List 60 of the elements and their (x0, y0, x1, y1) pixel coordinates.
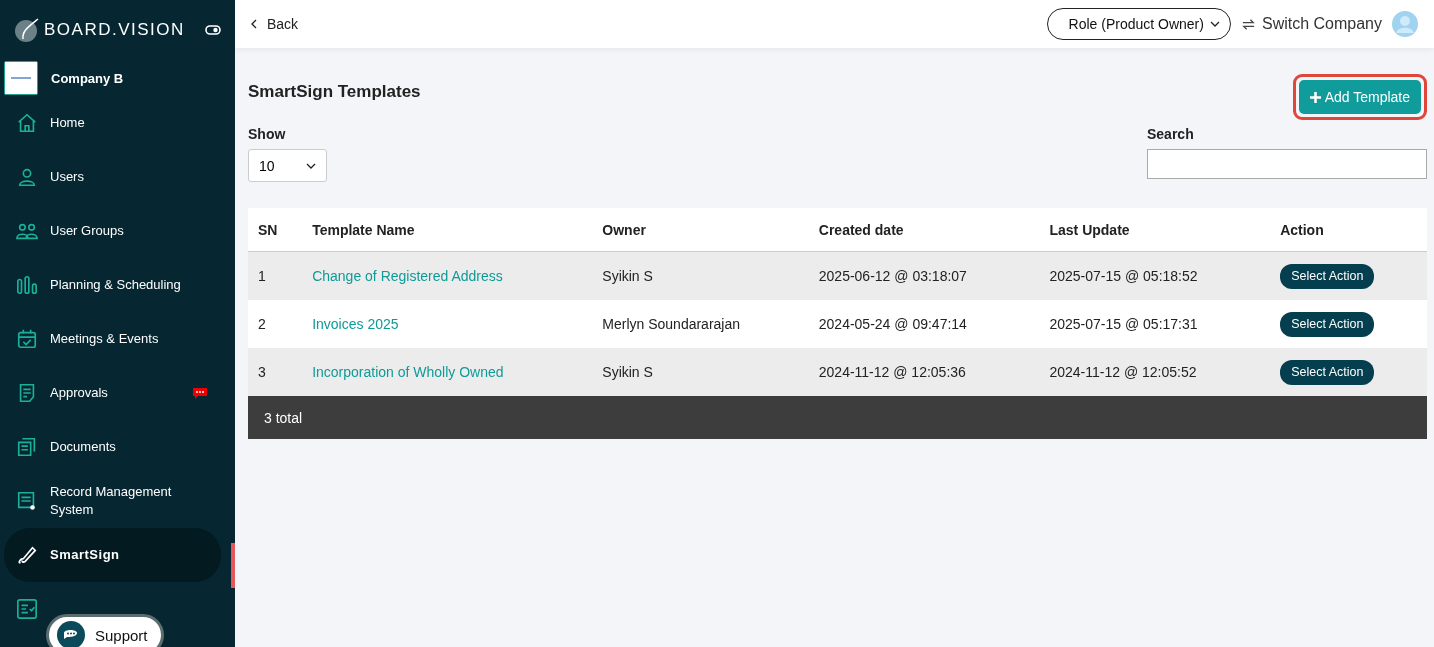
logo-icon (14, 17, 40, 43)
table-cell: 2 (248, 300, 303, 348)
page-title: SmartSign Templates (248, 82, 421, 102)
table-cell: 3 (248, 348, 303, 396)
search-label: Search (1147, 126, 1195, 142)
plus-icon (1309, 91, 1321, 103)
bars-icon (16, 274, 38, 296)
company-logo (4, 61, 38, 95)
table-cell: 2024-11-12 @ 12:05:36 (808, 348, 1040, 396)
table-cell: Syikin S (592, 251, 809, 300)
page-size-select[interactable]: 10 (248, 149, 327, 182)
active-indicator (231, 543, 235, 588)
calendar-icon (16, 328, 38, 350)
chevron-down-icon (306, 162, 316, 169)
toggle-icon[interactable] (205, 24, 221, 36)
sidebar-item[interactable]: Planning & Scheduling (4, 258, 221, 312)
support-button[interactable]: Support (46, 614, 164, 647)
user-icon (16, 166, 38, 188)
sidebar-item[interactable]: Documents (4, 420, 221, 474)
record-icon (16, 490, 38, 512)
sidebar-item[interactable]: User Groups (4, 204, 221, 258)
sidebar-item[interactable]: Home (4, 96, 221, 150)
table-cell: 1 (248, 251, 303, 300)
sidebar-item[interactable]: SmartSign (4, 528, 221, 582)
sidebar-item[interactable]: Meetings & Events (4, 312, 221, 366)
search-field[interactable] (1147, 149, 1427, 179)
company-name: Company B (51, 70, 124, 86)
table-cell: 2025-07-15 @ 05:18:52 (1039, 251, 1271, 300)
select-action-button[interactable]: Select Action (1280, 311, 1375, 337)
column-header: Action (1270, 208, 1427, 252)
home-icon (16, 112, 38, 134)
template-link[interactable]: Invoices 2025 (312, 316, 399, 332)
checklist-icon[interactable] (16, 598, 38, 620)
chat-icon (57, 621, 85, 647)
sidebar-item[interactable]: Approvals (4, 366, 221, 420)
switch-company-button[interactable]: Switch Company (1240, 15, 1382, 33)
docs-icon (16, 436, 38, 458)
back-button[interactable]: Back (251, 16, 299, 32)
sidebar-item[interactable]: Users (4, 150, 221, 204)
role-dropdown[interactable]: Role (Product Owner) (1046, 8, 1231, 40)
column-header: Owner (592, 208, 809, 252)
column-header: Template Name (302, 208, 593, 252)
table-cell: 2024-11-12 @ 12:05:52 (1039, 348, 1271, 396)
table-cell: Syikin S (592, 348, 809, 396)
pen-icon (16, 544, 38, 566)
table-cell: 2024-05-24 @ 09:47:14 (808, 300, 1040, 348)
table-cell: 2025-07-15 @ 05:17:31 (1039, 300, 1271, 348)
chevron-left-icon (251, 19, 257, 29)
brand-name: BOARD.VISION (44, 20, 186, 40)
table-footer: 3 total (248, 396, 1427, 439)
column-header: SN (248, 208, 303, 252)
table-cell: 2025-06-12 @ 03:18:07 (808, 251, 1040, 300)
select-action-button[interactable]: Select Action (1280, 263, 1375, 289)
column-header: Last Update (1039, 208, 1271, 252)
show-label: Show (248, 126, 287, 142)
select-action-button[interactable]: Select Action (1280, 359, 1375, 385)
table-cell: Merlyn Soundararajan (592, 300, 809, 348)
chevron-down-icon (1209, 21, 1220, 27)
column-header: Created date (808, 208, 1040, 252)
sidebar-item[interactable]: Record Management System (4, 474, 221, 528)
